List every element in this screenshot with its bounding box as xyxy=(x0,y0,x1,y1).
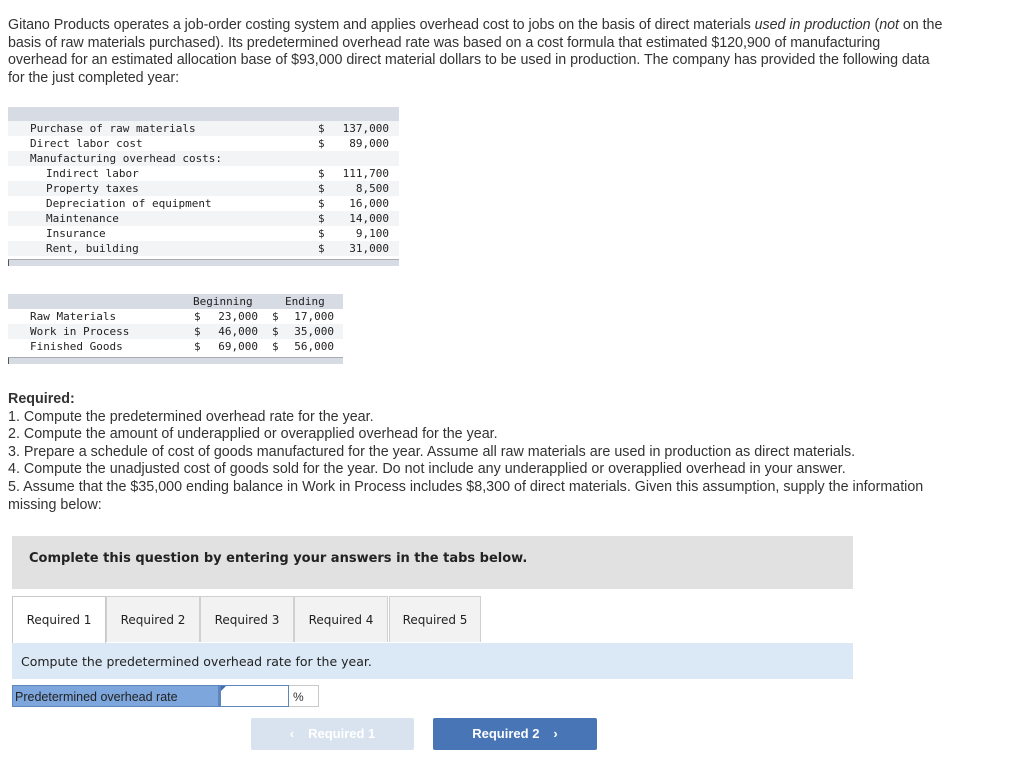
table-row: Indirect labor $111,700 xyxy=(8,166,399,181)
tab-prompt: Compute the predetermined overhead rate … xyxy=(12,643,853,679)
row-amount: 111,700 xyxy=(342,167,389,180)
dollar-sign: $ xyxy=(318,242,325,255)
tab-required-1[interactable]: Required 1 xyxy=(12,596,106,643)
row-amount: 9,100 xyxy=(355,227,389,240)
beginning-amount: 69,000 xyxy=(218,340,258,353)
answer-input-cell[interactable] xyxy=(219,685,289,707)
required-item-5: 5. Assume that the $35,000 ending balanc… xyxy=(8,478,924,513)
input-flag-icon xyxy=(221,686,226,691)
row-label: Indirect labor xyxy=(46,167,139,180)
row-label: Purchase of raw materials xyxy=(30,122,196,135)
row-label: Work in Process xyxy=(30,325,130,338)
table-row: Raw Materials $23,000 $17,000 xyxy=(8,309,343,324)
column-header-beginning: Beginning xyxy=(193,295,253,308)
dollar-sign: $ xyxy=(318,197,325,210)
prompt-text: Compute the predetermined overhead rate … xyxy=(21,654,372,669)
tab-required-5[interactable]: Required 5 xyxy=(389,596,481,642)
inventory-header-row: Beginning Ending xyxy=(8,294,343,309)
chevron-left-icon: ‹ xyxy=(289,726,295,741)
ending-amount: 56,000 xyxy=(294,340,334,353)
table-row: Depreciation of equipment $16,000 xyxy=(8,196,399,211)
predetermined-overhead-rate-input[interactable] xyxy=(221,686,289,706)
row-label: Finished Goods xyxy=(30,340,123,353)
dollar-sign: $ xyxy=(318,167,325,180)
required-heading: Required: xyxy=(8,391,75,407)
table-row: Manufacturing overhead costs: xyxy=(8,151,399,166)
tab-required-2[interactable]: Required 2 xyxy=(106,596,200,642)
intro-italic-not: not xyxy=(879,17,899,33)
row-label: Depreciation of equipment xyxy=(46,197,212,210)
required-item-1: 1. Compute the predetermined overhead ra… xyxy=(8,408,374,425)
dollar-sign: $ xyxy=(194,325,201,338)
required-tabs: Required 1 Required 2 Required 3 Require… xyxy=(12,596,481,643)
ending-amount: 35,000 xyxy=(294,325,334,338)
table-footer-bar xyxy=(8,357,343,364)
required-item-2: 2. Compute the amount of underapplied or… xyxy=(8,426,498,443)
table-header-bar xyxy=(8,107,399,121)
answer-row: Predetermined overhead rate % xyxy=(12,685,319,707)
dollar-sign: $ xyxy=(318,122,325,135)
row-amount: 137,000 xyxy=(342,122,389,135)
prev-required-button[interactable]: ‹ Required 1 xyxy=(251,718,414,750)
dollar-sign: $ xyxy=(318,137,325,150)
intro-text: ( xyxy=(870,17,880,33)
ending-amount: 17,000 xyxy=(294,310,334,323)
cost-data-table: Purchase of raw materials $137,000 Direct … xyxy=(8,107,399,266)
beginning-amount: 23,000 xyxy=(218,310,258,323)
dollar-sign: $ xyxy=(194,340,201,353)
row-label: Raw Materials xyxy=(30,310,117,323)
table-row: Maintenance $14,000 xyxy=(8,211,399,226)
next-button-label: Required 2 xyxy=(472,726,540,741)
row-label: Maintenance xyxy=(46,212,119,225)
row-amount: 31,000 xyxy=(349,242,389,255)
table-row: Insurance $9,100 xyxy=(8,226,399,241)
percent-unit: % xyxy=(289,685,319,707)
tab-required-4[interactable]: Required 4 xyxy=(294,596,388,642)
table-row: Work in Process $46,000 $35,000 xyxy=(8,324,343,339)
column-header-ending: Ending xyxy=(285,295,325,308)
required-item-4: 4. Compute the unadjusted cost of goods … xyxy=(8,461,846,478)
row-label: Rent, building xyxy=(46,242,139,255)
required-section: Required: 1. Compute the predetermined o… xyxy=(8,391,943,514)
dollar-sign: $ xyxy=(318,182,325,195)
beginning-amount: 46,000 xyxy=(218,325,258,338)
inventory-table: Beginning Ending Raw Materials $23,000 $17… xyxy=(8,294,343,364)
prev-button-label: Required 1 xyxy=(308,726,376,741)
table-footer-bar xyxy=(8,259,399,266)
row-amount: 16,000 xyxy=(349,197,389,210)
problem-statement: Gitano Products operates a job-order cos… xyxy=(8,17,943,87)
table-row: Purchase of raw materials $137,000 xyxy=(8,121,399,136)
chevron-right-icon: › xyxy=(553,726,558,741)
instruction-text: Complete this question by entering your … xyxy=(29,551,528,566)
instruction-banner: Complete this question by entering your … xyxy=(12,536,853,589)
dollar-sign: $ xyxy=(318,212,325,225)
required-item-3: 3. Prepare a schedule of cost of goods m… xyxy=(8,443,856,460)
tab-required-3[interactable]: Required 3 xyxy=(200,596,294,642)
dollar-sign: $ xyxy=(272,340,279,353)
row-label: Direct labor cost xyxy=(30,137,143,150)
dollar-sign: $ xyxy=(272,310,279,323)
row-label: Insurance xyxy=(46,227,106,240)
table-row: Rent, building $31,000 xyxy=(8,241,399,256)
table-row: Finished Goods $69,000 $56,000 xyxy=(8,339,343,354)
answer-label: Predetermined overhead rate xyxy=(12,685,219,707)
next-required-button[interactable]: Required 2 › xyxy=(433,718,597,750)
row-label: Manufacturing overhead costs: xyxy=(30,152,223,165)
row-amount: 14,000 xyxy=(349,212,389,225)
dollar-sign: $ xyxy=(272,325,279,338)
row-amount: 89,000 xyxy=(349,137,389,150)
table-row: Direct labor cost $89,000 xyxy=(8,136,399,151)
intro-text: Gitano Products operates a job-order cos… xyxy=(8,17,755,33)
intro-italic-used-in-production: used in production xyxy=(754,17,871,33)
row-label: Property taxes xyxy=(46,182,139,195)
row-amount: 8,500 xyxy=(355,182,389,195)
dollar-sign: $ xyxy=(194,310,201,323)
dollar-sign: $ xyxy=(318,227,325,240)
table-row: Property taxes $8,500 xyxy=(8,181,399,196)
